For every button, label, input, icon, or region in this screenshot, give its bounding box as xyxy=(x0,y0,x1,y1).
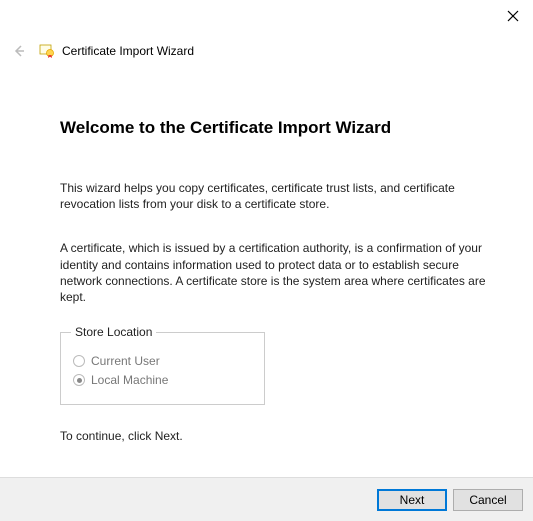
radio-icon xyxy=(73,374,85,386)
intro-paragraph-2: A certificate, which is issued by a cert… xyxy=(60,240,493,305)
radio-label: Local Machine xyxy=(91,373,168,387)
cancel-button[interactable]: Cancel xyxy=(453,489,523,511)
radio-label: Current User xyxy=(91,354,160,368)
radio-icon xyxy=(73,355,85,367)
arrow-left-icon xyxy=(11,43,27,59)
footer: Next Cancel xyxy=(0,477,533,521)
header: Certificate Import Wizard xyxy=(0,34,533,68)
store-location-group: Store Location Current User Local Machin… xyxy=(60,325,265,405)
continue-text: To continue, click Next. xyxy=(60,429,493,443)
back-button[interactable] xyxy=(8,40,30,62)
window-title: Certificate Import Wizard xyxy=(62,44,194,58)
next-button[interactable]: Next xyxy=(377,489,447,511)
content-area: Welcome to the Certificate Import Wizard… xyxy=(0,68,533,443)
certificate-icon xyxy=(38,42,56,60)
store-location-legend: Store Location xyxy=(71,325,156,339)
page-heading: Welcome to the Certificate Import Wizard xyxy=(60,118,493,138)
radio-local-machine[interactable]: Local Machine xyxy=(71,373,254,387)
close-button[interactable] xyxy=(503,6,523,26)
intro-paragraph-1: This wizard helps you copy certificates,… xyxy=(60,180,493,212)
close-icon xyxy=(507,10,519,22)
radio-current-user[interactable]: Current User xyxy=(71,354,254,368)
titlebar xyxy=(0,0,533,34)
